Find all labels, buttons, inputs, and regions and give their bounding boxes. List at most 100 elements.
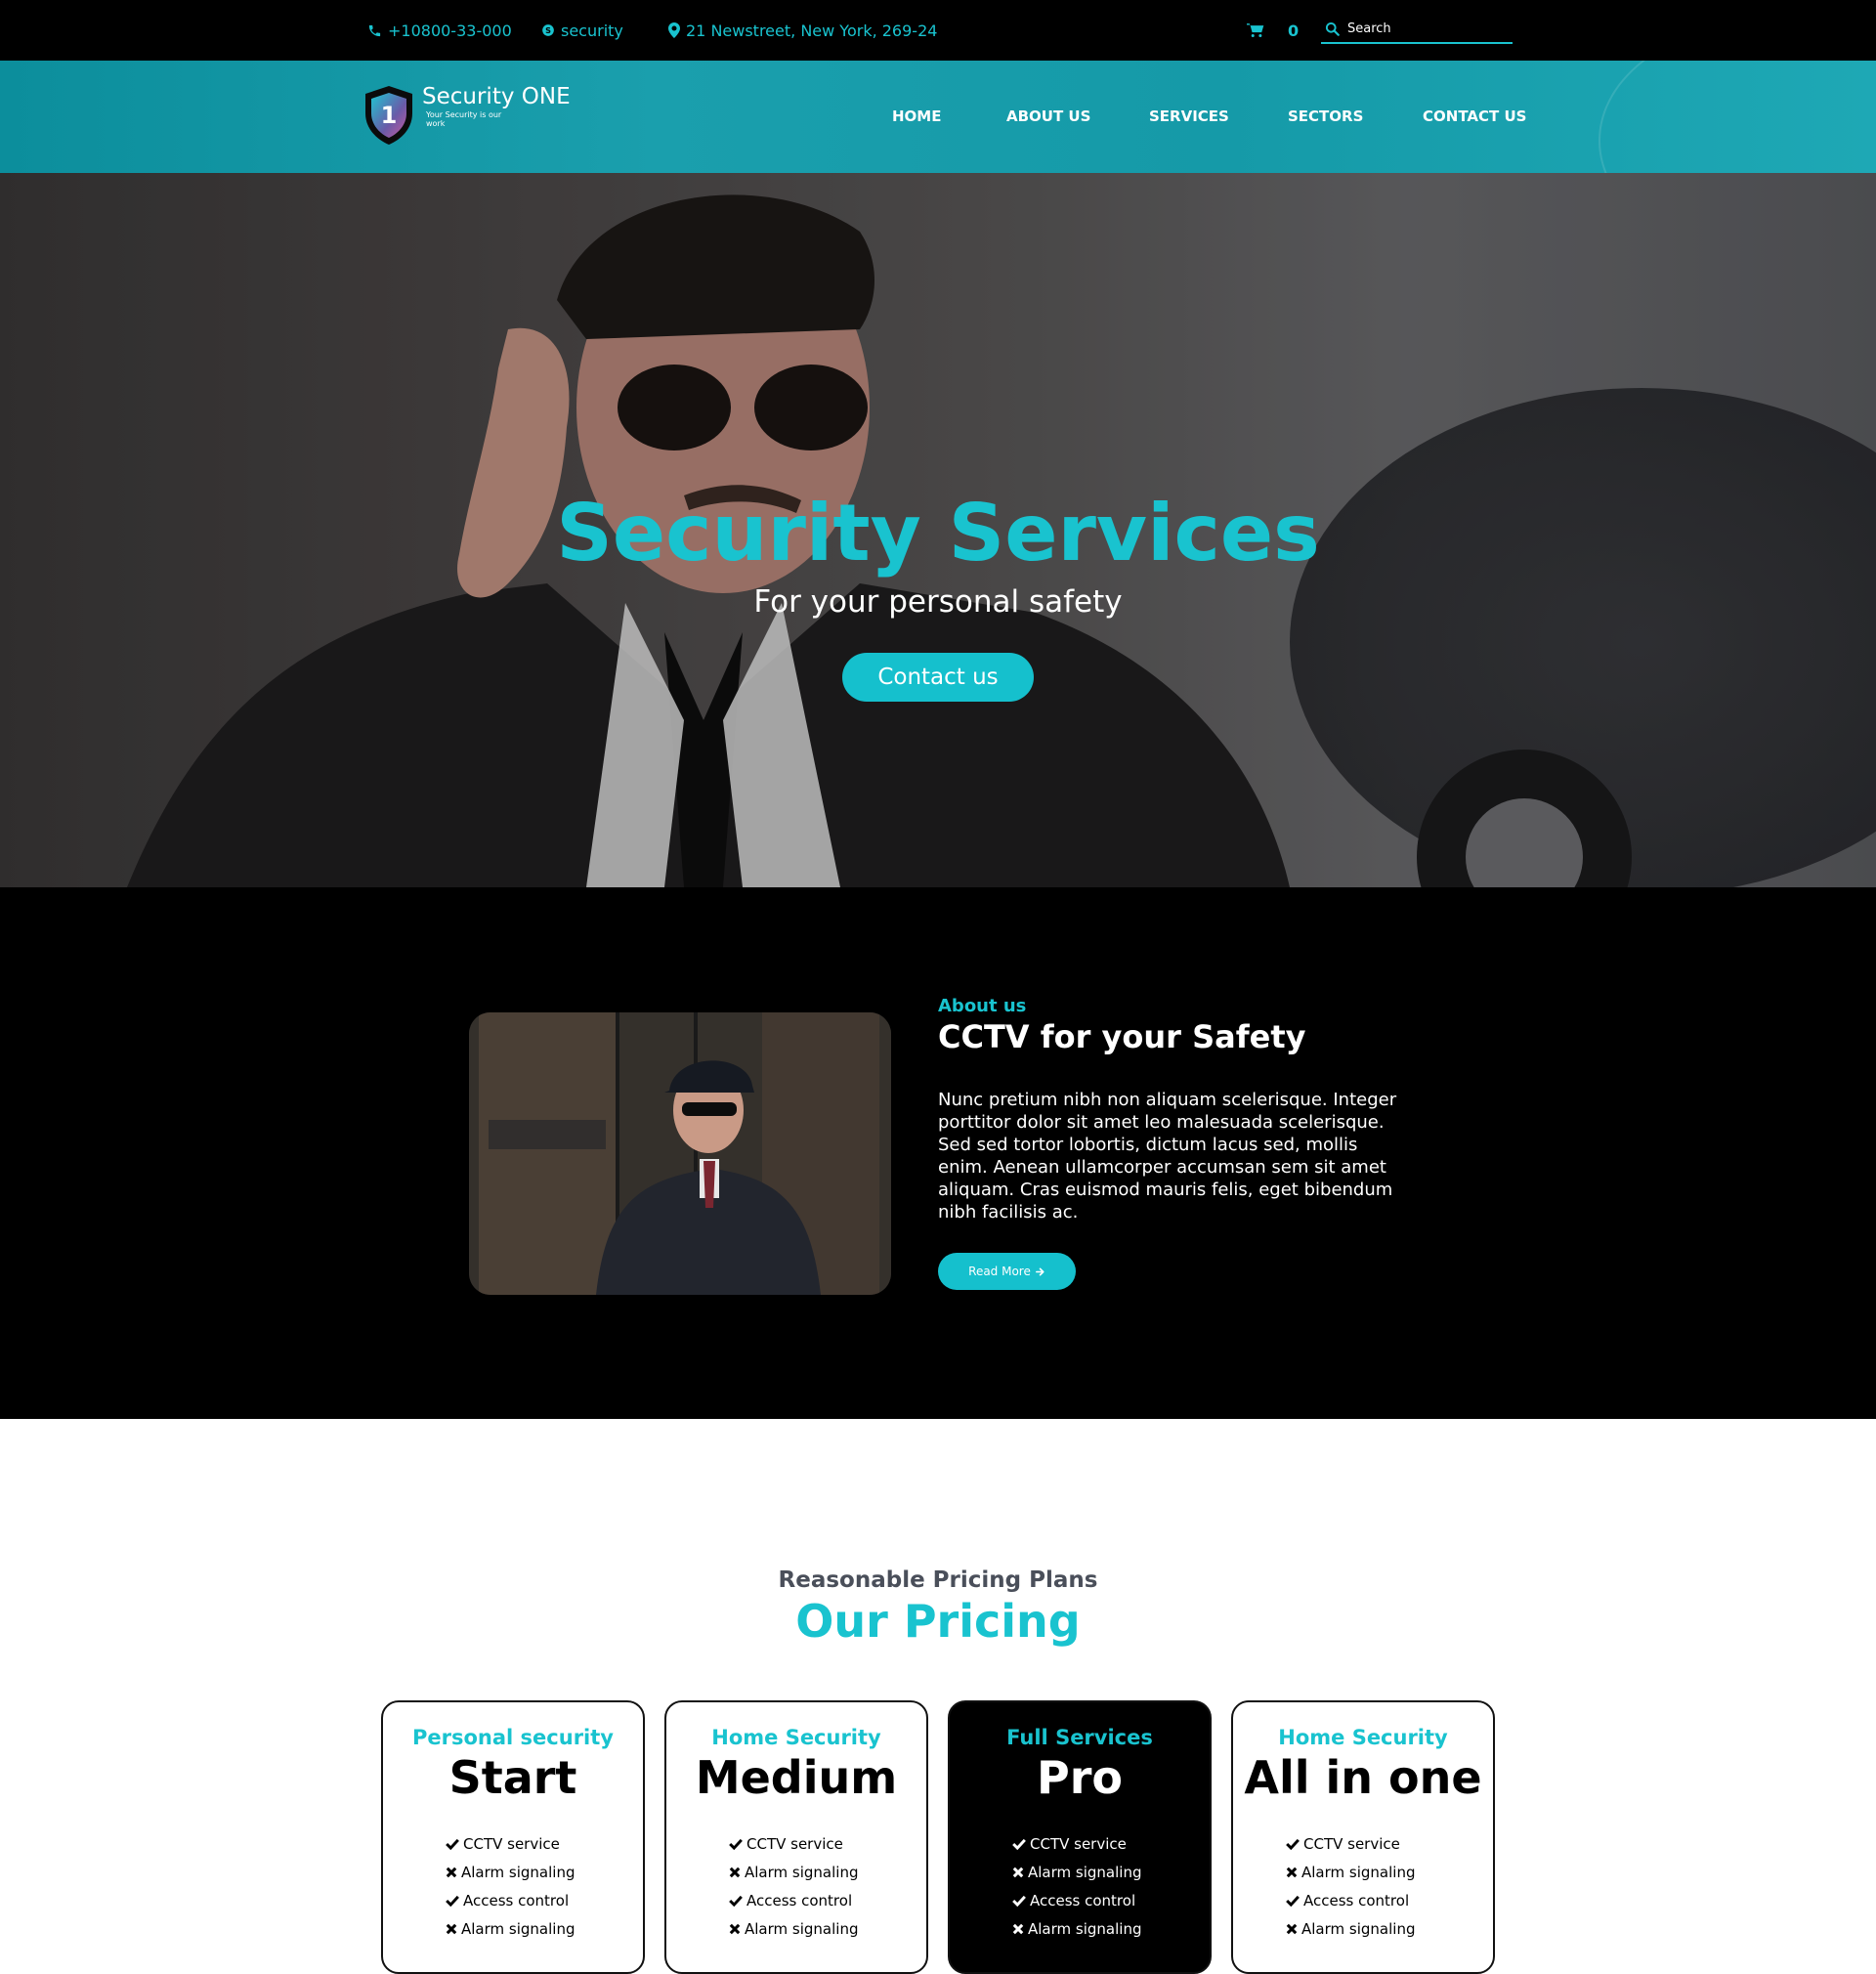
plan-category: Home Security	[711, 1726, 881, 1749]
read-more-label: Read More	[968, 1265, 1031, 1278]
main-header: 1 Security ONE Your Security is our work…	[0, 61, 1876, 173]
feature-item: CCTV service	[446, 1829, 575, 1858]
search-box[interactable]	[1321, 16, 1513, 44]
cross-icon	[1286, 1867, 1298, 1877]
check-icon	[1012, 1838, 1026, 1850]
feature-item: Alarm signaling	[446, 1914, 575, 1943]
check-icon	[729, 1838, 743, 1850]
feature-item: Alarm signaling	[1012, 1858, 1141, 1886]
about-title: CCTV for your Safety	[938, 1018, 1306, 1055]
check-icon	[729, 1895, 743, 1907]
cart-button[interactable]: 0	[1247, 20, 1299, 41]
check-icon	[1286, 1895, 1300, 1907]
address-text: 21 Newstreet, New York, 269-24	[686, 21, 938, 40]
cart-icon	[1247, 23, 1264, 38]
logo-badge: 1	[381, 102, 398, 129]
feature-item: Access control	[729, 1886, 858, 1914]
cross-icon	[446, 1867, 457, 1877]
feature-item: CCTV service	[729, 1829, 858, 1858]
search-input[interactable]	[1347, 21, 1504, 36]
feature-list: CCTV service Alarm signaling Access cont…	[1012, 1829, 1141, 1943]
feature-item: Access control	[1012, 1886, 1141, 1914]
plan-category: Personal security	[412, 1726, 614, 1749]
cross-icon	[1286, 1923, 1298, 1934]
skype-name: security	[561, 21, 623, 40]
feature-item: Alarm signaling	[1012, 1914, 1141, 1943]
address-link[interactable]: 21 Newstreet, New York, 269-24	[668, 20, 937, 41]
cross-icon	[1012, 1923, 1024, 1934]
search-icon	[1325, 21, 1340, 36]
feature-label: Alarm signaling	[1028, 1863, 1142, 1881]
phone-icon	[368, 24, 381, 36]
nav-about-us[interactable]: ABOUT US	[1006, 107, 1090, 125]
plan-name: Medium	[695, 1751, 898, 1804]
feature-item: Access control	[446, 1886, 575, 1914]
feature-item: Alarm signaling	[729, 1858, 858, 1886]
check-icon	[1286, 1838, 1300, 1850]
feature-label: Alarm signaling	[745, 1863, 859, 1881]
feature-label: CCTV service	[746, 1834, 843, 1853]
feature-item: Alarm signaling	[1286, 1858, 1415, 1886]
read-more-button[interactable]: Read More	[938, 1253, 1076, 1290]
pricing-card-medium[interactable]: Home Security Medium CCTV service Alarm …	[664, 1700, 928, 1974]
skype-link[interactable]: S security	[541, 20, 623, 41]
phone-number: +10800-33-000	[388, 21, 512, 40]
about-text: Nunc pretium nibh non aliquam scelerisqu…	[938, 1090, 1397, 1223]
plan-category: Home Security	[1278, 1726, 1448, 1749]
top-bar: +10800-33-000 S security 21 Newstreet, N…	[0, 0, 1876, 61]
feature-label: Alarm signaling	[1028, 1919, 1142, 1938]
feature-item: Access control	[1286, 1886, 1415, 1914]
pricing-eyebrow: Reasonable Pricing Plans	[778, 1567, 1098, 1593]
logo-tagline: Your Security is our work	[426, 110, 502, 128]
hero-title: Security Services	[556, 488, 1320, 579]
feature-label: Alarm signaling	[461, 1863, 576, 1881]
check-icon	[1012, 1895, 1026, 1907]
feature-item: Alarm signaling	[1286, 1914, 1415, 1943]
hero-section: Security Services For your personal safe…	[0, 173, 1876, 887]
pricing-card-pro[interactable]: Full Services Pro CCTV service Alarm sig…	[948, 1700, 1212, 1974]
feature-label: Access control	[1030, 1891, 1136, 1910]
nav-contact-us[interactable]: CONTACT US	[1423, 107, 1526, 125]
about-eyebrow: About us	[938, 996, 1027, 1016]
phone-link[interactable]: +10800-33-000	[367, 20, 512, 41]
feature-label: Access control	[746, 1891, 853, 1910]
feature-label: Access control	[1303, 1891, 1410, 1910]
cross-icon	[446, 1923, 457, 1934]
plan-name: Pro	[1036, 1751, 1123, 1804]
feature-label: CCTV service	[1030, 1834, 1127, 1853]
pricing-title: Our Pricing	[795, 1595, 1081, 1648]
feature-label: CCTV service	[463, 1834, 560, 1853]
logo-name: Security ONE	[422, 84, 571, 109]
check-icon	[446, 1895, 459, 1907]
feature-item: CCTV service	[1286, 1829, 1415, 1858]
contact-us-button[interactable]: Contact us	[842, 653, 1034, 702]
pricing-card-all-in-one[interactable]: Home Security All in one CCTV service Al…	[1231, 1700, 1495, 1974]
feature-item: Alarm signaling	[729, 1914, 858, 1943]
cart-count: 0	[1288, 21, 1300, 40]
logo[interactable]: 1 Security ONE Your Security is our work	[362, 84, 571, 147]
shield-logo-icon: 1	[365, 86, 412, 145]
plan-category: Full Services	[1006, 1726, 1153, 1749]
about-section: About us CCTV for your Safety Nunc preti…	[0, 887, 1876, 1419]
feature-label: Alarm signaling	[745, 1919, 859, 1938]
feature-label: Alarm signaling	[1301, 1863, 1416, 1881]
nav-home[interactable]: HOME	[892, 107, 941, 125]
security-guard-photo	[469, 1012, 891, 1295]
nav-services[interactable]: SERVICES	[1149, 107, 1229, 125]
feature-item: Alarm signaling	[446, 1858, 575, 1886]
hero-subtitle: For your personal safety	[753, 584, 1123, 620]
feature-label: Alarm signaling	[461, 1919, 576, 1938]
feature-list: CCTV service Alarm signaling Access cont…	[446, 1829, 575, 1943]
feature-label: Alarm signaling	[1301, 1919, 1416, 1938]
pricing-card-start[interactable]: Personal security Start CCTV service Ala…	[381, 1700, 645, 1974]
nav-sectors[interactable]: SECTORS	[1288, 107, 1363, 125]
cross-icon	[729, 1867, 741, 1877]
feature-label: Access control	[463, 1891, 570, 1910]
feature-list: CCTV service Alarm signaling Access cont…	[729, 1829, 858, 1943]
pricing-section: Reasonable Pricing Plans Our Pricing Per…	[0, 1419, 1876, 1974]
feature-label: CCTV service	[1303, 1834, 1400, 1853]
plan-name: All in one	[1244, 1751, 1482, 1804]
check-icon	[446, 1838, 459, 1850]
svg-text:S: S	[545, 25, 551, 35]
map-pin-icon	[668, 22, 680, 38]
